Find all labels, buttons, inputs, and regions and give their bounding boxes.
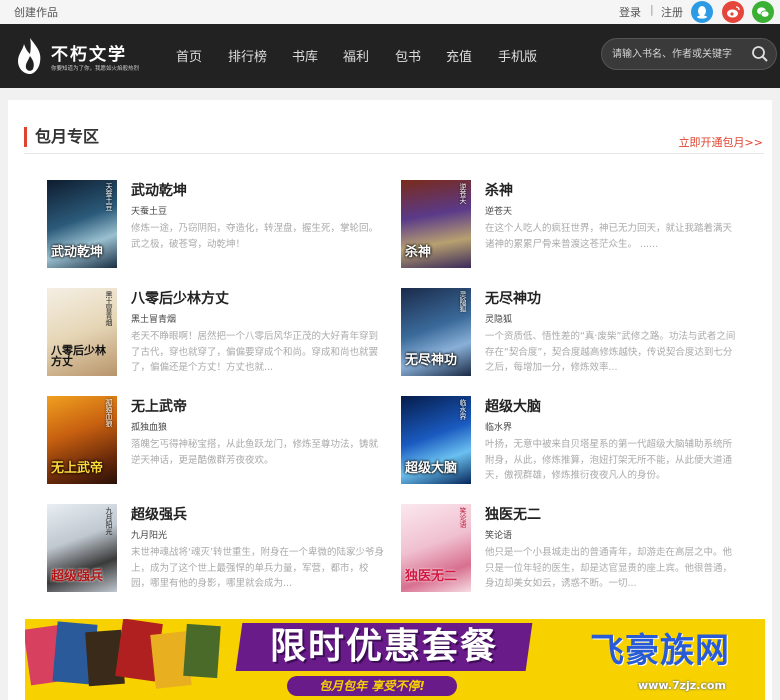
- book-item[interactable]: 九月阳光 超级强兵 超级强兵 九月阳光 末世神魂战将‘魂灭’转世重生，附身在一个…: [47, 504, 387, 596]
- nav-mobile[interactable]: 手机版: [498, 46, 537, 65]
- book-cover[interactable]: 笑论语 独医无二: [401, 504, 471, 592]
- section-divider: [24, 153, 764, 154]
- book-author[interactable]: 笑论语: [485, 528, 512, 541]
- subscribe-monthly-link[interactable]: 立即开通包月>>: [679, 134, 763, 150]
- cover-author: 九月阳光: [105, 507, 113, 535]
- watermark-text: 飞豪族网: [590, 631, 730, 671]
- book-cover[interactable]: 临水界 超级大脑: [401, 396, 471, 484]
- book-author[interactable]: 天蚕土豆: [131, 204, 167, 217]
- book-title[interactable]: 超级大脑: [485, 396, 541, 416]
- book-description: 在这个人吃人的疯狂世界，神已无力回天，就让我踏着满天诸神的累累尸骨来普渡这苍茫众…: [485, 223, 733, 250]
- book-cover[interactable]: 灵隐狐 无尽神功: [401, 288, 471, 376]
- separator: |: [650, 3, 654, 16]
- search-box: [601, 38, 777, 70]
- book-title[interactable]: 无尽神功: [485, 288, 541, 308]
- cover-author: 黑土冒青烟: [105, 291, 113, 326]
- monthly-section: 包月专区 立即开通包月>> 天蚕土豆 武动乾坤 武动乾坤 天蚕土豆 修炼一途，乃…: [8, 100, 772, 700]
- book-cover[interactable]: 逆苍天 杀神: [401, 180, 471, 268]
- qq-icon[interactable]: [691, 1, 713, 23]
- register-link[interactable]: 注册: [661, 4, 683, 20]
- site-header: 不朽文学 你要知道为了你，我愿如火焰般热烈 首页 排行榜 书库 福利 包书 充值…: [0, 24, 780, 88]
- logo-slogan: 你要知道为了你，我愿如火焰般热烈: [51, 66, 140, 72]
- wechat-icon[interactable]: [752, 1, 774, 23]
- book-description: 落魄乞丐得神秘宝搭，从此鱼跃龙门，修炼至尊功法，铸就逆天神话，更是酷傲群芳夜夜欢…: [131, 439, 379, 466]
- cover-title: 超级大脑: [405, 461, 458, 477]
- login-link[interactable]: 登录: [619, 4, 641, 20]
- book-author[interactable]: 灵隐狐: [485, 312, 512, 325]
- promo-banner[interactable]: 限时优惠套餐 包月包年 享受不停! 飞豪族网 www.7zjz.com: [25, 619, 765, 700]
- nav-welfare[interactable]: 福利: [343, 46, 369, 65]
- cover-title: 八零后少林方丈: [51, 343, 106, 369]
- book-item[interactable]: 灵隐狐 无尽神功 无尽神功 灵隐狐 一个资质低、悟性差的“真·废柴”武修之路。功…: [401, 288, 741, 380]
- watermark-url: www.7zjz.com: [638, 679, 726, 692]
- book-description: 他只是一个小县城走出的普通青年，却游走在高层之中。他只是一位年轻的医生，却是达官…: [485, 547, 733, 589]
- book-cover[interactable]: 九月阳光 超级强兵: [47, 504, 117, 592]
- book-title[interactable]: 八零后少林方丈: [131, 288, 229, 308]
- book-description: 末世神魂战将‘魂灭’转世重生，附身在一个卑微的陆家少爷身上，成为了这个世上最强悍…: [131, 547, 385, 589]
- book-cover[interactable]: 天蚕土豆 武动乾坤: [47, 180, 117, 268]
- cover-author: 天蚕土豆: [105, 183, 113, 211]
- book-author[interactable]: 黑土冒青烟: [131, 312, 176, 325]
- nav-library[interactable]: 书库: [292, 46, 318, 65]
- search-input[interactable]: [612, 45, 747, 63]
- nav-rankings[interactable]: 排行榜: [228, 46, 267, 65]
- cover-author: 灵隐狐: [459, 291, 467, 312]
- cover-title: 独医无二: [405, 569, 458, 585]
- nav-home[interactable]: 首页: [176, 46, 202, 65]
- book-author[interactable]: 九月阳光: [131, 528, 167, 541]
- book-description: 叶扬，无意中被来自贝塔星系的第一代超级大脑辅助系统所附身，从此，修炼推算，泡妞打…: [485, 439, 733, 481]
- cover-author: 笑论语: [459, 507, 467, 528]
- logo-name: 不朽文学: [51, 45, 127, 65]
- cover-author: 孤独血狼: [105, 399, 113, 427]
- book-title[interactable]: 武动乾坤: [131, 180, 187, 200]
- book-cover[interactable]: 孤独血狼 无上武帝: [47, 396, 117, 484]
- book-description: 老天不睁眼啊！居然把一个八零后风华正茂的大好青年穿到了古代，穿也就穿了，偏偏要穿…: [131, 331, 379, 373]
- banner-books-graphic: [25, 619, 221, 689]
- book-item[interactable]: 临水界 超级大脑 超级大脑 临水界 叶扬，无意中被来自贝塔星系的第一代超级大脑辅…: [401, 396, 741, 488]
- flame-logo-icon: [18, 38, 41, 74]
- cover-title: 杀神: [405, 245, 432, 261]
- book-author[interactable]: 临水界: [485, 420, 512, 433]
- banner-headline: 限时优惠套餐: [235, 623, 533, 671]
- book-item[interactable]: 孤独血狼 无上武帝 无上武帝 孤独血狼 落魄乞丐得神秘宝搭，从此鱼跃龙门，修炼至…: [47, 396, 387, 488]
- book-item[interactable]: 天蚕土豆 武动乾坤 武动乾坤 天蚕土豆 修炼一途，乃窃阴阳，夺造化，转涅盘，握生…: [47, 180, 387, 272]
- book-cover[interactable]: 黑土冒青烟 八零后少林方丈: [47, 288, 117, 376]
- book-title[interactable]: 无上武帝: [131, 396, 187, 416]
- nav-recharge[interactable]: 充值: [446, 46, 472, 65]
- top-bar: 创建作品 登录 | 注册: [0, 0, 780, 24]
- book-description: 一个资质低、悟性差的“真·废柴”武修之路。功法与武者之间存在“契合度”，契合度越…: [485, 331, 736, 373]
- book-item[interactable]: 黑土冒青烟 八零后少林方丈 八零后少林方丈 黑土冒青烟 老天不睁眼啊！居然把一个…: [47, 288, 387, 380]
- book-author[interactable]: 逆苍天: [485, 204, 512, 217]
- book-item[interactable]: 笑论语 独医无二 独医无二 笑论语 他只是一个小县城走出的普通青年，却游走在高层…: [401, 504, 741, 596]
- cover-title: 超级强兵: [51, 569, 104, 585]
- create-work-link[interactable]: 创建作品: [14, 4, 58, 20]
- book-description: 修炼一途，乃窃阴阳，夺造化，转涅盘，握生死，掌轮回。武之极，破苍穹，动乾坤！: [131, 223, 379, 250]
- watermark: 飞豪族网 www.7zjz.com: [590, 623, 765, 700]
- site-logo[interactable]: 不朽文学 你要知道为了你，我愿如火焰般热烈: [14, 36, 144, 80]
- book-author[interactable]: 孤独血狼: [131, 420, 167, 433]
- search-icon[interactable]: [751, 45, 769, 63]
- cover-author: 逆苍天: [459, 183, 467, 204]
- book-title[interactable]: 独医无二: [485, 504, 541, 524]
- book-title[interactable]: 超级强兵: [131, 504, 187, 524]
- nav-bundles[interactable]: 包书: [395, 46, 421, 65]
- cover-title: 无上武帝: [51, 461, 104, 477]
- cover-title: 无尽神功: [405, 353, 458, 369]
- weibo-icon[interactable]: [722, 1, 744, 23]
- section-title: 包月专区: [24, 127, 99, 147]
- banner-subtext: 包月包年 享受不停!: [287, 676, 457, 696]
- book-item[interactable]: 逆苍天 杀神 杀神 逆苍天 在这个人吃人的疯狂世界，神已无力回天，就让我踏着满天…: [401, 180, 741, 272]
- book-title[interactable]: 杀神: [485, 180, 513, 200]
- cover-author: 临水界: [459, 399, 467, 420]
- cover-title: 武动乾坤: [51, 245, 104, 261]
